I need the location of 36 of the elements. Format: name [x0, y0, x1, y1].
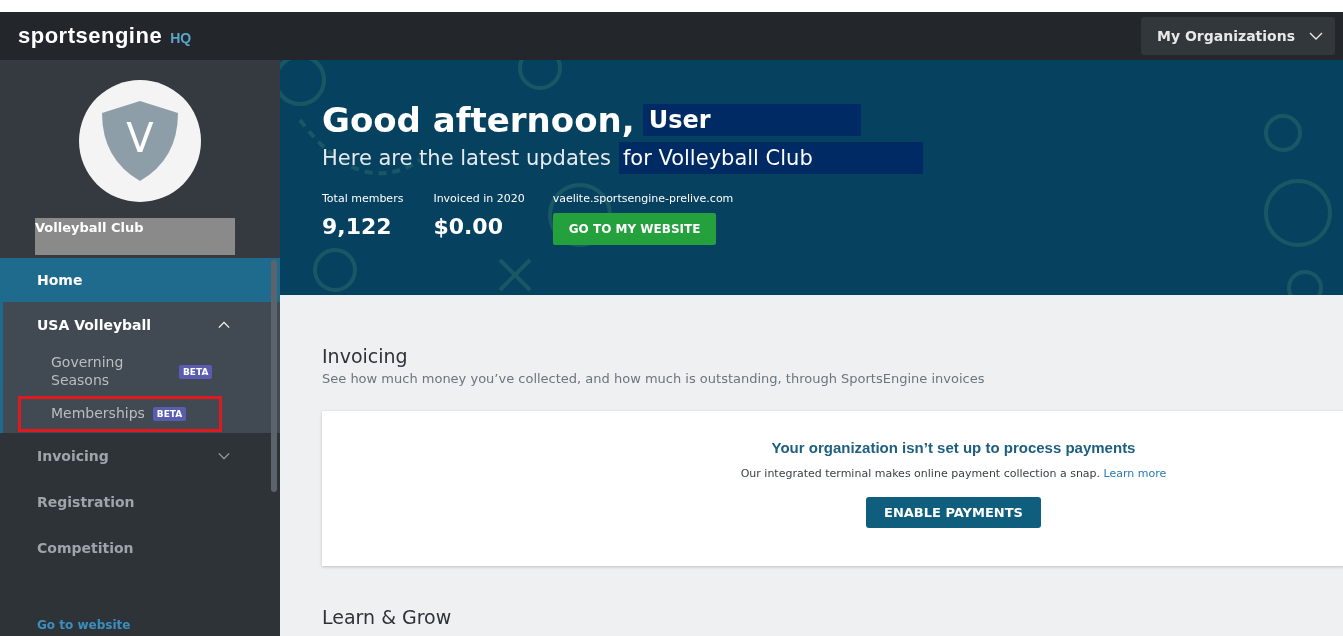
nav-item[interactable]: USA Volleyball: [3, 302, 280, 348]
stat-value: $0.00: [433, 214, 504, 239]
nav-subitem[interactable]: Governing Seasons BETA: [3, 348, 233, 395]
stat-label: Total members: [322, 192, 404, 205]
nav-item[interactable]: Invoicing: [0, 432, 280, 479]
beta-badge: BETA: [152, 406, 187, 421]
org-subtitle: for Volleyball Club: [618, 142, 923, 174]
nav-item[interactable]: Competition: [0, 524, 280, 571]
learn-more-link[interactable]: Learn more: [1103, 467, 1167, 480]
go-to-website-button[interactable]: GO TO MY WEBSITE: [552, 213, 717, 245]
chevron-up-icon: [218, 321, 230, 329]
card-text: Our integrated terminal makes online payment collection a snap. Learn more: [740, 467, 1167, 480]
brand-logo[interactable]: sportsengine: [18, 23, 163, 49]
chevron-down-icon: [1309, 31, 1323, 41]
greeting-heading: Good afternoon,: [322, 100, 635, 140]
scrollbar[interactable]: [271, 260, 277, 492]
org-name: Volleyball Club: [35, 218, 235, 255]
website-link[interactable]: Go to website: [37, 618, 131, 632]
nav-item[interactable]: Registration: [0, 478, 280, 525]
org-initial: V: [126, 115, 154, 161]
nav-subitem[interactable]: Memberships BETA: [21, 399, 219, 429]
stat-value: 9,122: [322, 214, 393, 239]
stat-label: Invoiced in 2020: [433, 192, 525, 205]
user-name: User: [642, 104, 861, 136]
beta-badge: BETA: [179, 364, 213, 379]
section-description: See how much money you’ve collected, and how much is outstanding, through SportsEngine invoices: [322, 371, 986, 386]
card-title: Your organization isn’t set up to process payments: [771, 439, 1136, 456]
section-heading: Learn & Grow: [322, 606, 453, 628]
brand-suffix: HQ: [170, 30, 192, 46]
website-address: vaelite.sportsengine-prelive.com: [552, 192, 734, 205]
updates-subtitle: Here are the latest updates: [322, 146, 611, 170]
section-heading: Invoicing: [322, 345, 409, 367]
enable-payments-button[interactable]: ENABLE PAYMENTS: [866, 497, 1041, 528]
nav-item[interactable]: Home: [0, 258, 280, 302]
chevron-down-icon: [218, 451, 230, 460]
organizations-dropdown[interactable]: My Organizations: [1141, 17, 1335, 55]
